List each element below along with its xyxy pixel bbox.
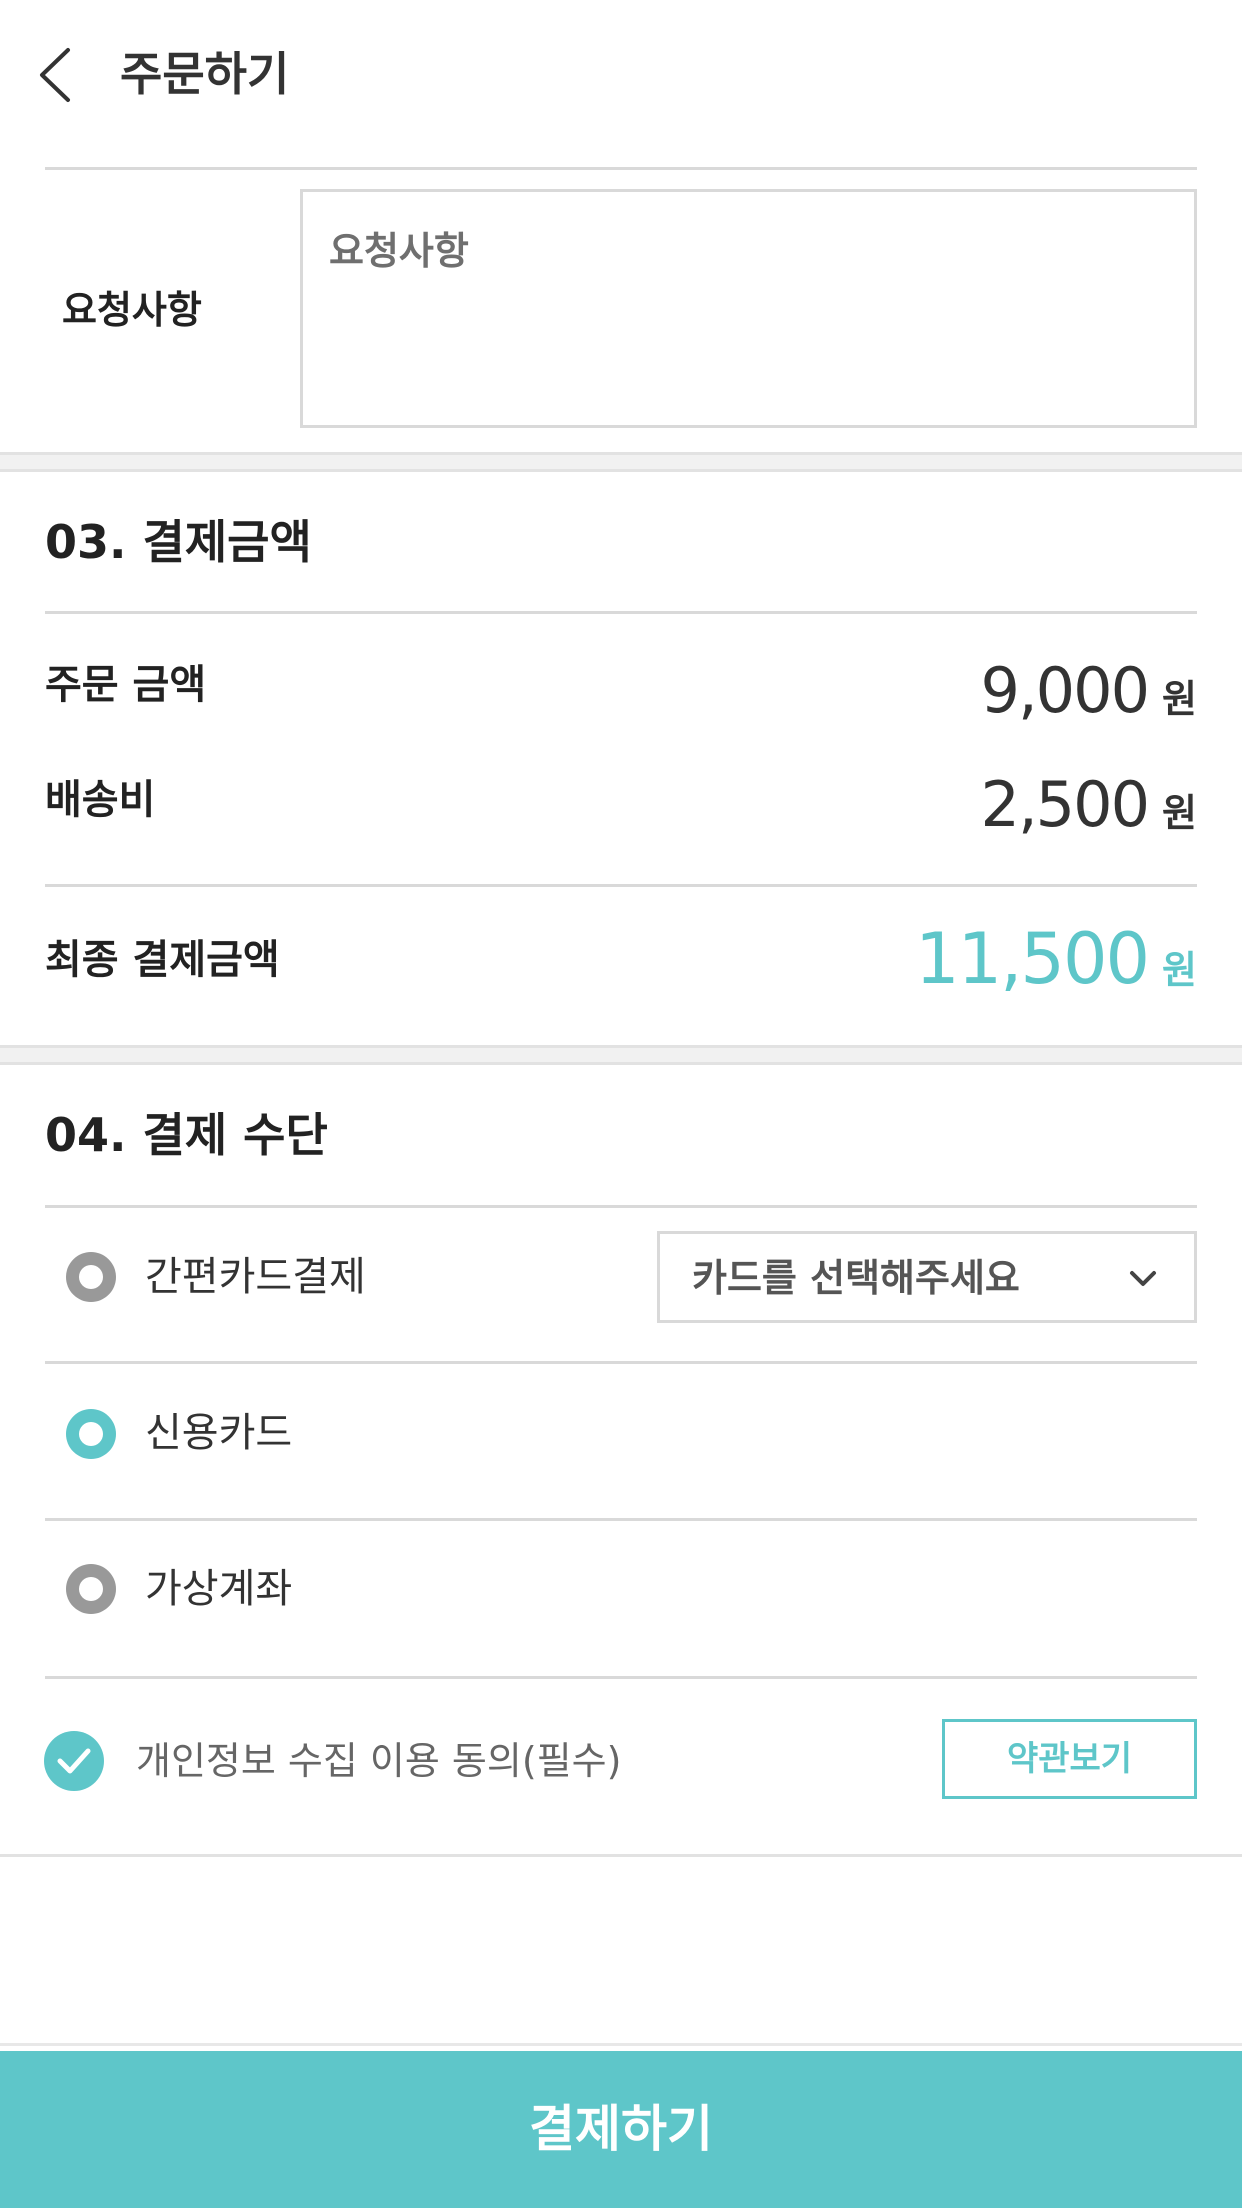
shipping-fee-number: 2,500 — [980, 768, 1150, 841]
agreement-checkbox[interactable] — [44, 1731, 104, 1791]
divider — [45, 611, 1197, 614]
shipping-fee-value: 2,500 원 — [981, 768, 1197, 841]
total-amount-number: 11,500 — [915, 918, 1150, 1000]
chevron-down-icon — [1130, 1271, 1156, 1286]
total-amount-value: 11,500 원 — [915, 918, 1197, 1000]
payment-amount-title: 03. 결제금액 — [45, 515, 312, 569]
radio-easy-card[interactable] — [66, 1252, 116, 1302]
pay-button[interactable]: 결제하기 — [0, 2051, 1242, 2208]
order-amount-number: 9,000 — [980, 654, 1150, 727]
view-terms-button[interactable]: 약관보기 — [942, 1719, 1197, 1799]
section-separator — [0, 1045, 1242, 1065]
order-amount-value: 9,000 원 — [981, 654, 1197, 727]
option-credit-card-label: 신용카드 — [145, 1410, 293, 1456]
request-label: 요청사항 — [62, 288, 202, 332]
total-amount-label: 최종 결제금액 — [45, 937, 280, 983]
divider — [45, 1518, 1197, 1521]
currency-unit: 원 — [1162, 948, 1197, 992]
payment-method-title: 04. 결제 수단 — [45, 1108, 328, 1162]
option-virtual-account-label: 가상계좌 — [145, 1566, 293, 1612]
divider — [45, 884, 1197, 887]
currency-unit: 원 — [1162, 677, 1197, 721]
card-select-dropdown[interactable]: 카드를 선택해주세요 — [657, 1231, 1197, 1323]
radio-virtual-account[interactable] — [66, 1564, 116, 1614]
back-button[interactable] — [34, 40, 84, 110]
divider — [0, 1854, 1242, 1857]
currency-unit: 원 — [1162, 791, 1197, 835]
shipping-fee-label: 배송비 — [45, 777, 156, 823]
divider — [45, 1361, 1197, 1364]
app-header: 주문하기 — [0, 0, 1242, 150]
check-icon — [57, 1748, 91, 1774]
radio-credit-card[interactable] — [66, 1409, 116, 1459]
agreement-label: 개인정보 수집 이용 동의(필수) — [136, 1739, 622, 1783]
order-amount-label: 주문 금액 — [45, 662, 207, 708]
chevron-left-icon — [40, 48, 70, 102]
divider — [0, 2043, 1242, 2046]
divider — [45, 1205, 1197, 1208]
option-easy-card-label: 간편카드결제 — [145, 1254, 366, 1300]
request-input[interactable] — [300, 189, 1197, 428]
section-separator — [0, 452, 1242, 472]
divider — [45, 1676, 1197, 1679]
page-title: 주문하기 — [120, 47, 290, 101]
divider — [45, 167, 1197, 170]
card-select-value: 카드를 선택해주세요 — [692, 1256, 1020, 1300]
